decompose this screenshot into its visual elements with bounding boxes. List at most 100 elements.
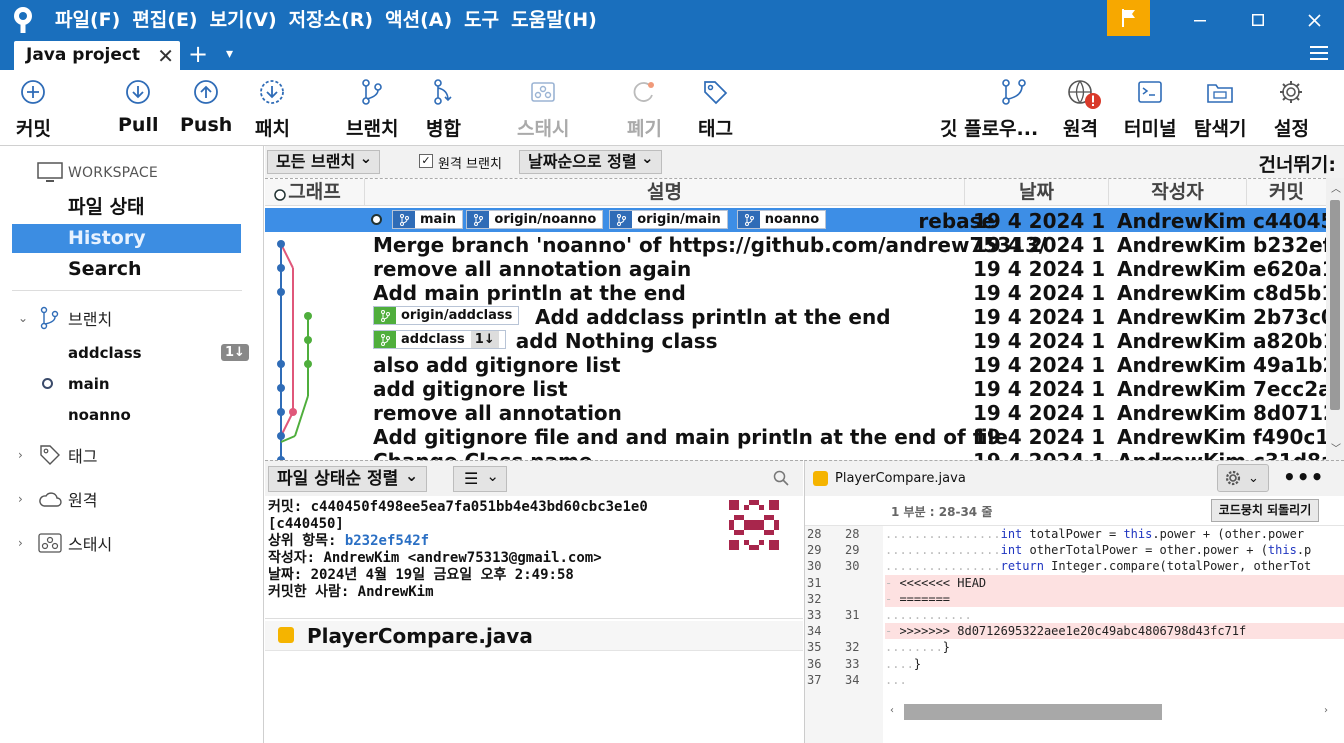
old-line-number: 33 <box>807 608 822 622</box>
scroll-right-icon[interactable]: › <box>1324 705 1328 716</box>
ref-badge[interactable]: origin/main <box>609 210 728 229</box>
table-row[interactable]: main origin/noanno origin/main noanno rebase… <box>265 208 1326 233</box>
chevron-down-icon: ⌄ <box>18 311 29 325</box>
menu-edit[interactable]: 편집(E) <box>129 7 206 33</box>
merge-button[interactable]: 병합 <box>426 78 461 141</box>
ref-badge[interactable]: addclass 1↓ <box>373 330 506 349</box>
menu-view[interactable]: 보기(V) <box>207 7 286 33</box>
remote-button[interactable]: 원격 <box>1063 78 1102 141</box>
branch-button[interactable]: 브랜치 <box>346 78 398 141</box>
sidebar-item-search[interactable]: Search <box>12 255 241 284</box>
menu-help[interactable]: 도움말(H) <box>508 7 606 33</box>
graph-commit-node <box>289 408 297 416</box>
tab-list-dropdown-icon[interactable]: ▾ <box>226 46 233 62</box>
revert-hunk-button[interactable]: 코드뭉치 되돌리기 <box>1211 499 1319 522</box>
stashes-label: 스태시 <box>68 535 113 554</box>
hamburger-menu-icon[interactable] <box>1310 46 1328 60</box>
column-header-commit[interactable]: 커밋 <box>1247 179 1326 206</box>
sidebar-section-branches[interactable]: ⌄ 브랜치 <box>18 306 112 330</box>
sidebar-item-history[interactable]: History <box>12 224 241 253</box>
remote-branches-checkbox[interactable]: ✓ <box>419 154 433 168</box>
sidebar-item-file-status[interactable]: 파일 상태 <box>12 193 241 222</box>
branch-item-addclass[interactable]: addclass <box>68 344 142 362</box>
diff-horizontal-scrollbar[interactable]: ‹ › <box>804 700 1344 722</box>
ref-badge-label: origin/main <box>637 212 721 227</box>
old-line-number: 37 <box>807 672 822 687</box>
stash-button[interactable]: 스태시 <box>517 78 569 141</box>
more-options-icon[interactable]: ••• <box>1283 465 1324 489</box>
menu-file[interactable]: 파일(F) <box>52 7 129 33</box>
table-row[interactable]: Add main println at the end 19 4 2024 14:… <box>265 280 1326 305</box>
tag-button[interactable]: 태그 <box>698 78 733 141</box>
file-sort-dropdown[interactable]: 파일 상태순 정렬 <box>268 464 428 492</box>
table-row[interactable]: Change Class name 19 4 2024 13:40 AndrewKi… <box>265 448 1326 460</box>
tag-label: 태그 <box>698 118 733 140</box>
search-icon[interactable] <box>773 470 789 486</box>
view-mode-dropdown[interactable]: ☰ ⌄ <box>453 466 507 492</box>
push-button[interactable]: Push <box>180 78 232 136</box>
scroll-thumb[interactable] <box>904 704 1162 720</box>
discard-button[interactable]: 폐기 <box>627 78 662 141</box>
scroll-thumb[interactable] <box>1330 200 1340 410</box>
changed-file-name: PlayerCompare.java <box>307 624 533 648</box>
ref-badge[interactable]: origin/noanno <box>466 210 604 229</box>
sort-order-dropdown[interactable]: 날짜순으로 정렬 <box>519 147 662 174</box>
sidebar-section-tags[interactable]: › 태그 <box>18 443 97 467</box>
minimize-button[interactable] <box>1174 0 1226 40</box>
chevron-right-icon: › <box>18 536 23 550</box>
graph-edge <box>294 395 309 437</box>
fetch-button[interactable]: 패치 <box>255 78 290 141</box>
ref-badge[interactable]: main <box>392 210 464 229</box>
branch-filter-dropdown[interactable]: 모든 브랜치 <box>267 147 381 174</box>
terminal-button[interactable]: 터미널 <box>1124 78 1176 141</box>
sidebar-section-stashes[interactable]: › 스태시 <box>18 531 112 555</box>
scroll-down-icon[interactable]: ﹀ <box>1331 440 1341 455</box>
menu-actions[interactable]: 액션(A) <box>382 7 461 33</box>
table-row[interactable]: remove all annotation again 19 4 2024 14:… <box>265 256 1326 281</box>
tab-close-icon[interactable]: ✕ <box>157 44 174 68</box>
gitflow-button[interactable]: 깃 플로우... <box>940 78 1038 141</box>
table-row[interactable]: addclass 1↓ add Nothing class 19 4 2024 14:… <box>265 328 1326 353</box>
new-tab-icon[interactable]: + <box>188 42 208 66</box>
history-scrollbar[interactable]: ︿ ﹀ <box>1326 178 1344 460</box>
tab-java-project[interactable]: Java project ✕ <box>14 41 180 70</box>
scroll-left-icon[interactable]: ‹ <box>890 705 894 716</box>
table-row[interactable]: remove all annotation 19 4 2024 13:59 Andr… <box>265 400 1326 425</box>
diff-options-button[interactable]: ⌄ <box>1217 464 1269 492</box>
pull-button[interactable]: Pull <box>118 78 158 136</box>
sidebar-section-remotes[interactable]: › 원격 <box>18 487 97 511</box>
branch-item-main[interactable]: main <box>68 375 110 393</box>
ref-badge[interactable]: noanno <box>736 210 827 229</box>
plus-circle-icon <box>21 80 46 104</box>
maximize-button[interactable] <box>1232 0 1284 40</box>
parent-hash-link[interactable]: b232ef542f <box>345 533 429 549</box>
commit-button[interactable]: 커밋 <box>16 78 51 141</box>
close-window-button[interactable] <box>1288 0 1340 40</box>
diff-line: 35 32........} <box>805 639 1344 655</box>
menu-repository[interactable]: 저장소(R) <box>286 7 382 33</box>
graph-commit-node <box>277 360 285 368</box>
changed-file-row[interactable]: PlayerCompare.java <box>265 621 803 651</box>
scroll-up-icon[interactable]: ︿ <box>1331 180 1341 195</box>
merge-icon <box>434 79 453 105</box>
column-header-date[interactable]: 날짜 <box>965 179 1109 206</box>
diff-header: PlayerCompare.java ⌄ ••• <box>804 460 1344 496</box>
menu-tools[interactable]: 도구 <box>461 7 508 33</box>
column-header-author[interactable]: 작성자 <box>1109 179 1247 206</box>
table-row[interactable]: add gitignore list 19 4 2024 14:10 AndrewK… <box>265 376 1326 401</box>
explorer-button[interactable]: 탐색기 <box>1194 78 1246 141</box>
table-row[interactable]: Merge branch 'noanno' of https://github.… <box>265 232 1326 257</box>
flag-button[interactable] <box>1107 0 1150 36</box>
table-row[interactable]: origin/addclass Add addclass println at t… <box>265 304 1326 329</box>
table-header: 그래프 설명 날짜 작성자 커밋 <box>265 179 1326 206</box>
table-row[interactable]: Add gitignore file and and main println … <box>265 424 1326 449</box>
column-header-description[interactable]: 설명 <box>365 179 965 206</box>
table-row[interactable]: also add gitignore list 19 4 2024 14:20 An… <box>265 352 1326 377</box>
ref-badge[interactable]: origin/addclass <box>373 306 520 325</box>
branch-item-noanno[interactable]: noanno <box>68 406 131 424</box>
settings-button[interactable]: 설정 <box>1274 78 1309 141</box>
graph-edge <box>280 411 294 437</box>
modified-file-icon <box>813 471 828 486</box>
diff-code: ... <box>885 672 907 687</box>
diff-code: ................int otherTotalPower = ot… <box>885 543 1312 558</box>
